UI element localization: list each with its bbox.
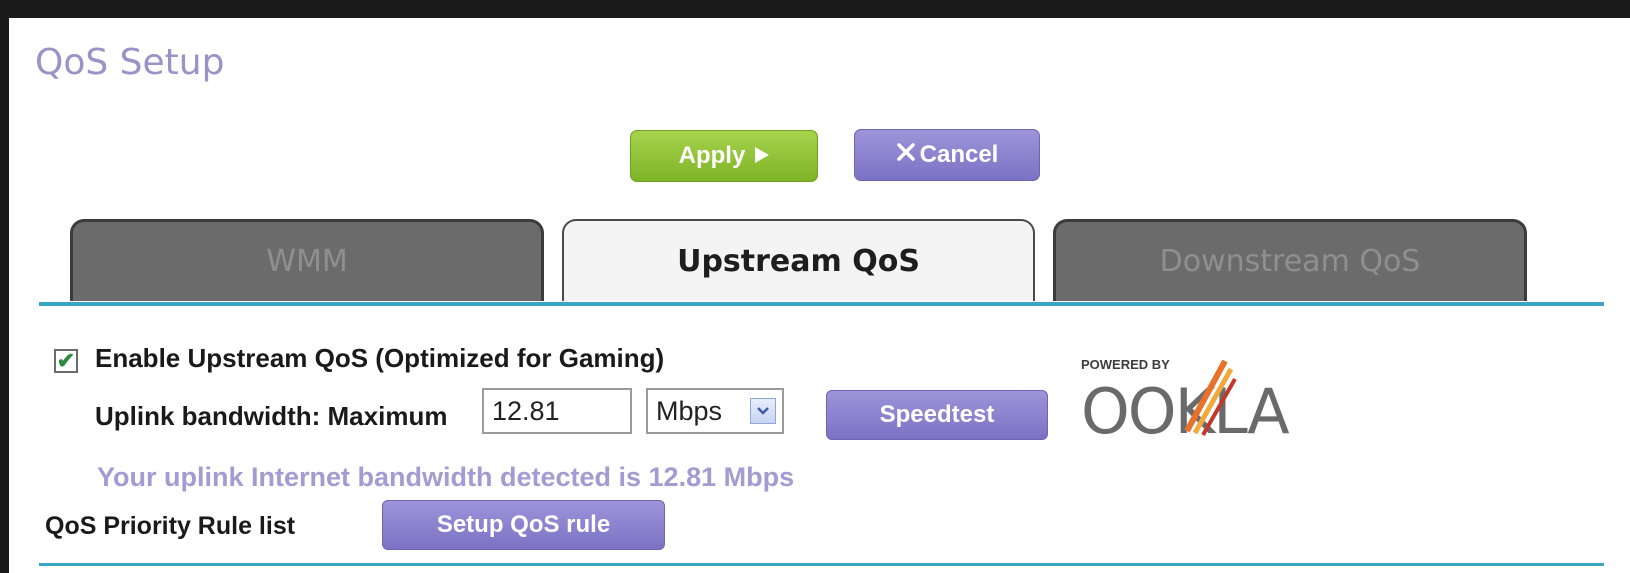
- ookla-logo: POWERED BY OOKLA: [1081, 353, 1321, 453]
- tab-label: Upstream QoS: [677, 243, 920, 279]
- apply-label: Apply: [678, 142, 746, 169]
- qos-priority-rule-list-label: QoS Priority Rule list: [45, 512, 296, 540]
- bottom-divider: [39, 563, 1604, 566]
- speedtest-button[interactable]: Speedtest: [826, 390, 1048, 440]
- tab-label: Downstream QoS: [1159, 244, 1421, 279]
- chevron-down-icon[interactable]: [750, 398, 776, 424]
- apply-button[interactable]: Apply: [630, 130, 818, 182]
- detected-bandwidth-text: Your uplink Internet bandwidth detected …: [97, 462, 795, 492]
- uplink-bandwidth-label: Uplink bandwidth: Maximum: [95, 401, 448, 431]
- tab-downstream-qos[interactable]: Downstream QoS: [1053, 219, 1527, 301]
- speedtest-label: Speedtest: [879, 401, 995, 428]
- enable-upstream-qos-checkbox[interactable]: ✔: [54, 349, 78, 373]
- tab-underline-divider: [39, 302, 1604, 306]
- unit-selected-value: Mbps: [656, 395, 723, 426]
- powered-by-text: POWERED BY: [1081, 357, 1170, 372]
- setup-qos-rule-label: Setup QoS rule: [436, 511, 611, 538]
- cancel-button[interactable]: Cancel: [854, 129, 1040, 181]
- setup-qos-rule-button[interactable]: Setup QoS rule: [382, 500, 665, 550]
- uplink-bandwidth-input[interactable]: [482, 388, 632, 434]
- tab-label: WMM: [266, 244, 348, 279]
- enable-upstream-qos-label: Enable Upstream QoS (Optimized for Gamin…: [95, 343, 665, 373]
- cancel-label: Cancel: [919, 141, 999, 168]
- page-title: QoS Setup: [35, 42, 225, 83]
- checkmark-icon: ✔: [56, 348, 76, 373]
- qos-setup-panel: QoS Setup Apply Cancel WMM Upstream QoS …: [9, 18, 1630, 573]
- tab-wmm[interactable]: WMM: [70, 219, 544, 301]
- ookla-swoosh-icon: [1184, 359, 1237, 436]
- x-icon: [896, 141, 916, 169]
- bandwidth-unit-select[interactable]: Mbps: [646, 388, 784, 434]
- tab-upstream-qos[interactable]: Upstream QoS: [562, 219, 1035, 301]
- play-triangle-icon: [755, 142, 770, 170]
